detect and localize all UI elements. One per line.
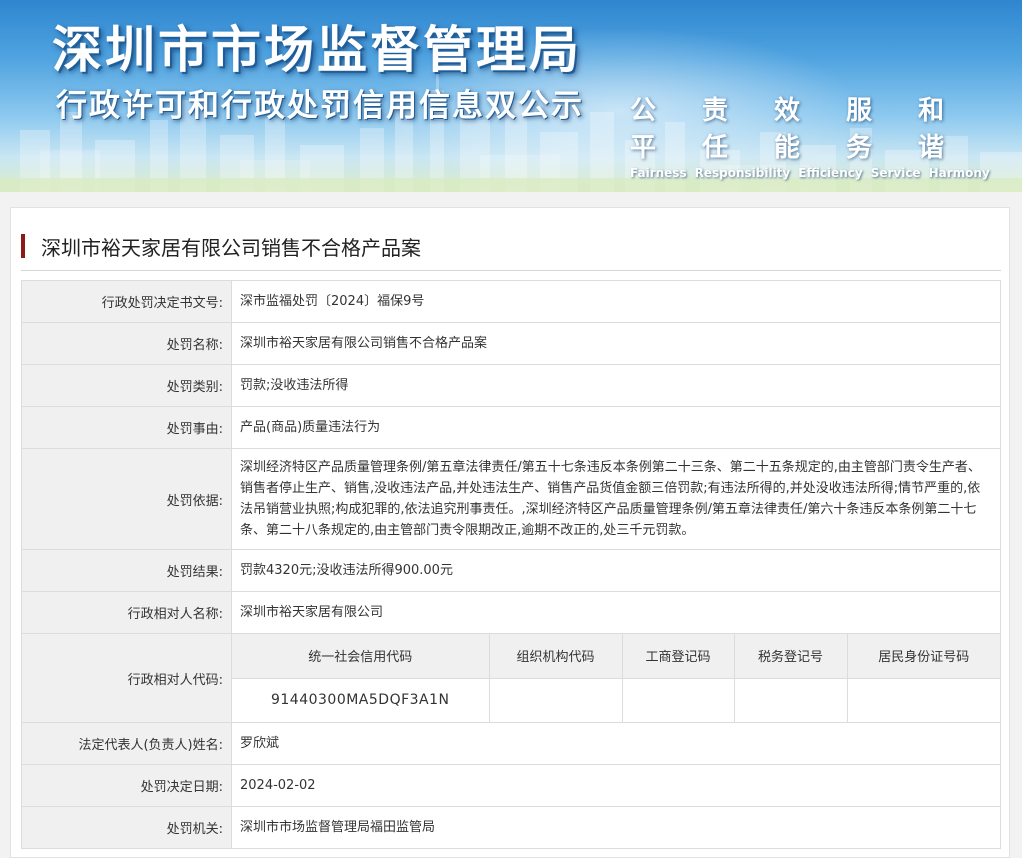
case-title: 深圳市裕天家居有限公司销售不合格产品案 [41,236,421,260]
banner-subtitle: 行政许可和行政处罚信用信息双公示 [56,88,584,124]
slogan-efficiency-en: Efficiency [798,166,863,180]
party-name-value: 深圳市裕天家居有限公司 [231,591,1001,634]
table-row: 处罚结果: 罚款4320元;没收违法所得900.00元 [21,549,1001,592]
banner-slogans: 公平 责任 效能 服务 和谐 Fairness Responsibility E… [630,90,990,180]
legal-rep-value: 罗欣斌 [231,722,1001,765]
code-header-row: 统一社会信用代码 组织机构代码 工商登记码 税务登记号 居民身份证号码 [232,634,1000,679]
slogan-service-cn: 服务 [846,96,875,163]
case-info-table: 行政处罚决定书文号: 深市监福处罚〔2024〕福保9号 处罚名称: 深圳市裕天家… [21,280,1001,849]
doc-no-value: 深市监福处罚〔2024〕福保9号 [231,280,1001,323]
case-name-label: 处罚名称: [21,322,232,365]
slogan-fairness-en: Fairness [630,166,687,180]
case-detail-panel: 深圳市裕天家居有限公司销售不合格产品案 行政处罚决定书文号: 深市监福处罚〔20… [10,207,1010,858]
slogan-responsibility-en: Responsibility [694,166,791,180]
credit-code-header: 统一社会信用代码 [232,634,490,679]
slogan-harmony-cn: 和谐 [918,96,947,163]
table-row: 法定代表人(负责人)姓名: 罗欣斌 [21,722,1001,765]
result-label: 处罚结果: [21,549,232,592]
table-row: 处罚机关: 深圳市市场监督管理局福田监管局 [21,806,1001,849]
party-name-label: 行政相对人名称: [21,591,232,634]
table-row: 处罚类别: 罚款;没收违法所得 [21,364,1001,407]
slogan-service-en: Service [870,166,921,180]
business-reg-value [621,677,735,722]
tax-reg-header: 税务登记号 [733,634,848,679]
party-code-table: 统一社会信用代码 组织机构代码 工商登记码 税务登记号 居民身份证号码 9144… [232,634,1000,722]
table-row: 处罚事由: 产品(商品)质量违法行为 [21,406,1001,449]
banner-title: 深圳市市场监督管理局 [52,21,582,79]
basis-value: 深圳经济特区产品质量管理条例/第五章法律责任/第五十七条违反本条例第二十三条、第… [231,448,1001,550]
slogans-chinese: 公平 责任 效能 服务 和谐 [630,90,990,164]
category-value: 罚款;没收违法所得 [231,364,1001,407]
case-name-value: 深圳市裕天家居有限公司销售不合格产品案 [231,322,1001,365]
case-header: 深圳市裕天家居有限公司销售不合格产品案 [21,226,1001,271]
basis-label: 处罚依据: [21,448,232,550]
org-code-value [488,677,623,722]
business-reg-header: 工商登记码 [621,634,735,679]
authority-label: 处罚机关: [21,806,232,849]
header-banner: 深圳市市场监督管理局 行政许可和行政处罚信用信息双公示 公平 责任 效能 服务 … [0,0,1022,192]
decision-date-value: 2024-02-02 [231,764,1001,807]
legal-rep-label: 法定代表人(负责人)姓名: [21,722,232,765]
category-label: 处罚类别: [21,364,232,407]
authority-value: 深圳市市场监督管理局福田监管局 [231,806,1001,849]
table-row: 行政相对人代码: 统一社会信用代码 组织机构代码 工商登记码 税务登记号 居民身… [21,633,1001,723]
result-value: 罚款4320元;没收违法所得900.00元 [231,549,1001,592]
id-card-header: 居民身份证号码 [846,634,1000,679]
tax-reg-value [733,677,848,722]
table-row: 行政相对人名称: 深圳市裕天家居有限公司 [21,591,1001,634]
table-row: 处罚名称: 深圳市裕天家居有限公司销售不合格产品案 [21,322,1001,365]
party-code-label: 行政相对人代码: [21,633,232,723]
slogan-fairness-cn: 公平 [630,96,659,163]
id-card-value [846,677,1000,722]
slogan-responsibility-cn: 责任 [702,96,731,163]
table-row: 行政处罚决定书文号: 深市监福处罚〔2024〕福保9号 [21,280,1001,323]
reason-value: 产品(商品)质量违法行为 [231,406,1001,449]
slogan-efficiency-cn: 效能 [774,96,803,163]
code-value-row: 91440300MA5DQF3A1N [232,677,1000,722]
table-row: 处罚依据: 深圳经济特区产品质量管理条例/第五章法律责任/第五十七条违反本条例第… [21,448,1001,550]
table-row: 处罚决定日期: 2024-02-02 [21,764,1001,807]
slogans-english: Fairness Responsibility Efficiency Servi… [630,166,990,180]
decision-date-label: 处罚决定日期: [21,764,232,807]
title-accent-bar [21,234,25,258]
credit-code-value: 91440300MA5DQF3A1N [232,677,490,722]
reason-label: 处罚事由: [21,406,232,449]
slogan-harmony-en: Harmony [928,166,990,180]
party-code-cell: 统一社会信用代码 组织机构代码 工商登记码 税务登记号 居民身份证号码 9144… [231,633,1001,723]
doc-no-label: 行政处罚决定书文号: [21,280,232,323]
org-code-header: 组织机构代码 [488,634,623,679]
